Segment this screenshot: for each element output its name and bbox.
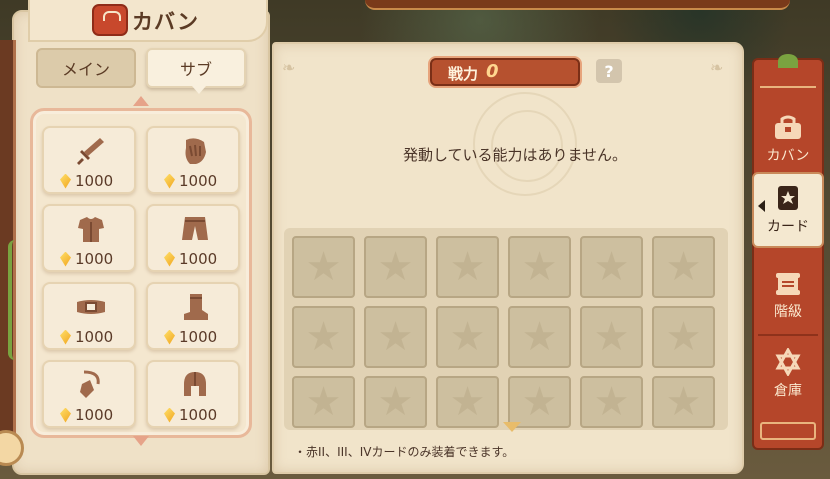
armor-icon xyxy=(78,217,104,242)
empty-star-icon: ★ xyxy=(593,379,630,425)
power-label: 戦力 xyxy=(448,65,479,83)
nav-label: カード xyxy=(767,219,809,235)
nav-item-storage[interactable]: 倉庫 xyxy=(752,336,824,412)
empty-star-icon: ★ xyxy=(665,244,702,290)
pants-icon xyxy=(182,217,208,240)
equipment-slot-belt[interactable]: 1000 xyxy=(42,282,136,350)
empty-star-icon: ★ xyxy=(665,379,702,425)
card-slot[interactable]: ★ xyxy=(580,236,643,298)
nav-top-ornament xyxy=(760,58,816,88)
card-slot[interactable]: ★ xyxy=(364,306,427,368)
card-slot[interactable]: ★ xyxy=(436,306,499,368)
empty-star-icon: ★ xyxy=(305,244,342,290)
tab-main[interactable]: メイン xyxy=(36,48,136,88)
nav-label: 倉庫 xyxy=(774,383,802,399)
equipment-slot-boots[interactable]: 1000 xyxy=(146,282,240,350)
card-slot[interactable]: ★ xyxy=(436,236,499,298)
gem-icon xyxy=(164,251,175,267)
equipment-slot-pants[interactable]: 1000 xyxy=(146,204,240,272)
empty-star-icon: ★ xyxy=(305,314,342,360)
slot-price: 1000 xyxy=(179,250,218,268)
empty-star-icon: ★ xyxy=(593,314,630,360)
helmet-icon xyxy=(184,372,206,396)
corner-ornament-left: ❧ xyxy=(282,58,296,77)
card-slot[interactable]: ★ xyxy=(436,376,499,428)
sword-icon xyxy=(77,138,104,165)
glove-icon xyxy=(185,138,206,164)
slot-price: 1000 xyxy=(179,172,218,190)
slot-price: 1000 xyxy=(179,406,218,424)
gem-icon xyxy=(60,329,71,345)
empty-star-icon: ★ xyxy=(593,244,630,290)
card-slot[interactable]: ★ xyxy=(292,376,355,428)
equipment-slot-armor[interactable]: 1000 xyxy=(42,204,136,272)
boots-icon xyxy=(184,294,208,320)
slot-price: 1000 xyxy=(75,250,114,268)
empty-star-icon: ★ xyxy=(377,314,414,360)
equipment-slot-necklace[interactable]: 1000 xyxy=(42,360,136,428)
gem-icon xyxy=(164,173,175,189)
empty-star-icon: ★ xyxy=(665,314,702,360)
slot-price: 1000 xyxy=(75,406,114,424)
empty-star-icon: ★ xyxy=(377,244,414,290)
frame-ornament-bottom xyxy=(133,436,149,446)
slot-price: 1000 xyxy=(75,328,114,346)
card-slot[interactable]: ★ xyxy=(508,236,571,298)
card-slot[interactable]: ★ xyxy=(652,306,715,368)
empty-star-icon: ★ xyxy=(521,379,558,425)
corner-ornament-right: ❧ xyxy=(710,58,724,77)
gem-icon xyxy=(60,251,71,267)
slot-price: 1000 xyxy=(179,328,218,346)
page-title: カバン xyxy=(132,10,200,34)
gem-icon xyxy=(164,407,175,423)
card-slot[interactable]: ★ xyxy=(508,306,571,368)
top-frame-decoration xyxy=(365,0,790,10)
scroll-icon xyxy=(776,273,800,295)
equipment-slot-weapon[interactable]: 1000 xyxy=(42,126,136,194)
vine-decoration xyxy=(8,240,22,360)
nav-bottom-ornament xyxy=(760,422,816,440)
belt-icon xyxy=(77,300,105,314)
card-slot[interactable]: ★ xyxy=(580,376,643,428)
help-button[interactable]: ? xyxy=(596,59,622,83)
nav-label: 階級 xyxy=(774,304,802,320)
necklace-icon xyxy=(80,370,100,398)
bag-icon xyxy=(775,115,801,139)
card-slot[interactable]: ★ xyxy=(292,306,355,368)
nav-label: カバン xyxy=(766,148,810,164)
card-slot[interactable]: ★ xyxy=(508,376,571,428)
empty-star-icon: ★ xyxy=(377,379,414,425)
card-icon xyxy=(778,186,798,210)
card-restriction-note: ・赤II、III、IVカードのみ装着できます。 xyxy=(294,445,515,459)
bag-icon xyxy=(92,4,128,36)
card-slot[interactable]: ★ xyxy=(292,236,355,298)
card-slot[interactable]: ★ xyxy=(364,376,427,428)
card-slot[interactable]: ★ xyxy=(364,236,427,298)
power-banner: 戦力 0 xyxy=(430,58,580,86)
card-slot[interactable]: ★ xyxy=(652,376,715,428)
card-slot[interactable]: ★ xyxy=(580,306,643,368)
empty-star-icon: ★ xyxy=(449,379,486,425)
slot-price: 1000 xyxy=(75,172,114,190)
empty-star-icon: ★ xyxy=(521,244,558,290)
gem-icon xyxy=(164,329,175,345)
equipment-slot-glove[interactable]: 1000 xyxy=(146,126,240,194)
gem-icon xyxy=(60,407,71,423)
nav-item-rank[interactable]: 階級 xyxy=(752,258,824,334)
empty-star-icon: ★ xyxy=(449,244,486,290)
tab-sub[interactable]: サブ xyxy=(146,48,246,94)
gem-icon xyxy=(60,173,71,189)
star-icon xyxy=(775,348,801,376)
equipment-slot-helmet[interactable]: 1000 xyxy=(146,360,240,428)
frame-ornament-top xyxy=(133,96,149,106)
card-slot[interactable]: ★ xyxy=(652,236,715,298)
empty-star-icon: ★ xyxy=(449,314,486,360)
nav-item-bag[interactable]: カバン xyxy=(752,102,824,178)
empty-star-icon: ★ xyxy=(305,379,342,425)
ability-status-text: 発動している能力はありません。 xyxy=(402,146,628,164)
power-value: 0 xyxy=(486,61,499,82)
empty-star-icon: ★ xyxy=(521,314,558,360)
